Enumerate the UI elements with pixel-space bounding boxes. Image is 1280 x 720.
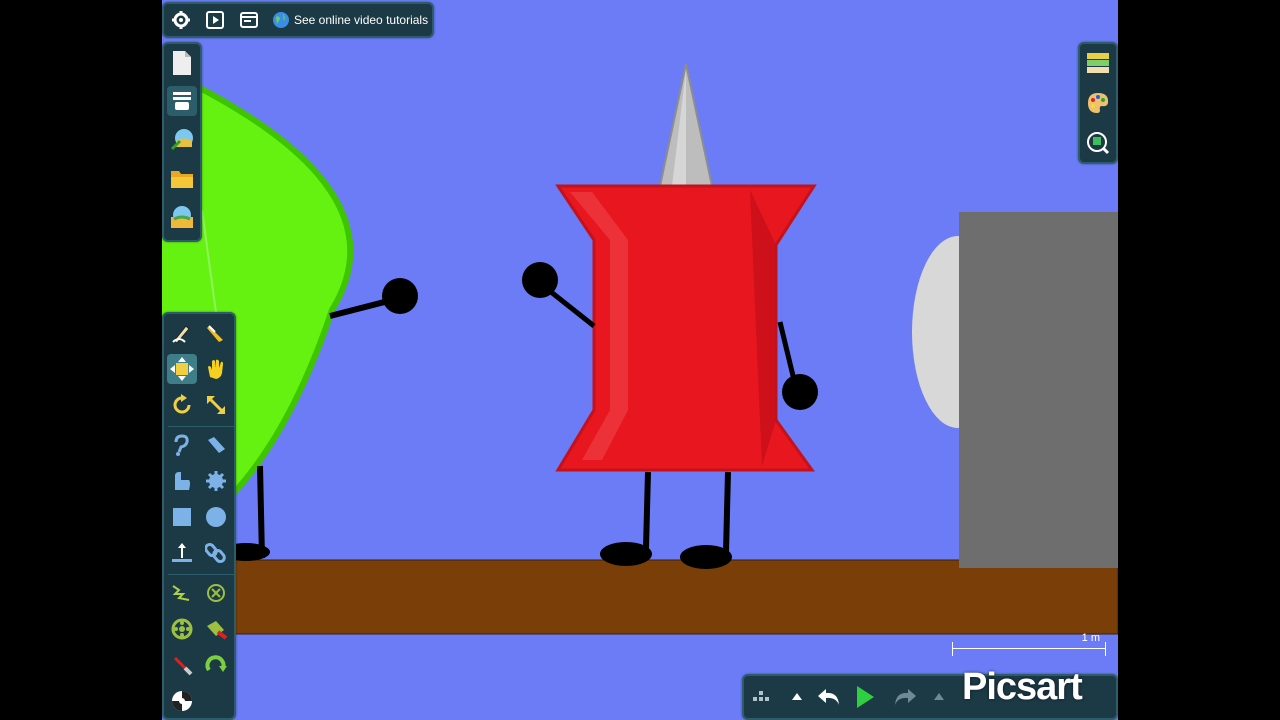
undo-icon[interactable] bbox=[814, 682, 844, 712]
scene-drawing bbox=[162, 63, 1118, 635]
ground-plank bbox=[162, 559, 1118, 635]
chain-tool[interactable] bbox=[201, 538, 231, 568]
scale-tool[interactable] bbox=[201, 390, 231, 420]
rotate-tool[interactable] bbox=[167, 390, 197, 420]
axle-tool[interactable] bbox=[167, 614, 197, 644]
save-icon[interactable] bbox=[167, 202, 197, 232]
draw-tool[interactable] bbox=[167, 318, 197, 348]
scale-label: 1 m bbox=[1081, 632, 1100, 644]
tutorial-link[interactable]: See online video tutorials bbox=[272, 10, 428, 30]
fixate-tool[interactable] bbox=[201, 430, 231, 460]
circle-tool[interactable] bbox=[201, 502, 231, 532]
zoom-icon[interactable] bbox=[1083, 128, 1113, 158]
right-toolbar bbox=[1078, 42, 1118, 164]
grab-tool[interactable] bbox=[201, 354, 231, 384]
thruster-tool[interactable] bbox=[201, 650, 231, 680]
play-icon[interactable] bbox=[850, 682, 880, 712]
export-icon[interactable] bbox=[167, 124, 197, 154]
box-tool[interactable] bbox=[167, 502, 197, 532]
scale-tick-left bbox=[952, 642, 953, 656]
watermark: Picsart bbox=[962, 666, 1083, 708]
file-toolbar bbox=[162, 42, 202, 242]
tool-divider-2 bbox=[168, 574, 234, 575]
globe-icon bbox=[273, 12, 289, 28]
background-icon[interactable] bbox=[1083, 48, 1113, 78]
spiral-tool[interactable] bbox=[167, 686, 197, 716]
caret-up-icon[interactable] bbox=[782, 682, 812, 712]
knife-tool[interactable] bbox=[201, 318, 231, 348]
window-icon[interactable] bbox=[234, 5, 264, 35]
tracer-tool[interactable] bbox=[167, 650, 197, 680]
scale-line bbox=[952, 648, 1106, 649]
scene-menu-icon[interactable] bbox=[167, 86, 197, 116]
caret-up-icon-2[interactable] bbox=[924, 682, 954, 712]
top-toolbar: See online video tutorials bbox=[162, 2, 434, 38]
move-tool[interactable] bbox=[167, 354, 197, 384]
polygon-tool[interactable] bbox=[167, 466, 197, 496]
simulation-canvas[interactable] bbox=[162, 0, 1118, 720]
laser-tool[interactable] bbox=[201, 614, 231, 644]
open-folder-icon[interactable] bbox=[167, 164, 197, 194]
scale-tick-right bbox=[1105, 642, 1106, 656]
gear-icon[interactable] bbox=[166, 5, 196, 35]
scale-indicator: 1 m bbox=[952, 632, 1106, 662]
gear-tool[interactable] bbox=[201, 466, 231, 496]
play-icon[interactable] bbox=[200, 5, 230, 35]
pushpin-character bbox=[522, 63, 818, 569]
tutorial-link-label: See online video tutorials bbox=[294, 13, 429, 27]
spring-tool[interactable] bbox=[167, 578, 197, 608]
plane-tool[interactable] bbox=[167, 538, 197, 568]
new-document-icon[interactable] bbox=[167, 48, 197, 78]
palette-icon[interactable] bbox=[1083, 88, 1113, 118]
redo-icon[interactable] bbox=[890, 682, 920, 712]
rope-tool[interactable] bbox=[167, 430, 197, 460]
hinge-cancel-tool[interactable] bbox=[201, 578, 231, 608]
tool-divider bbox=[168, 426, 234, 427]
grid-menu-icon[interactable] bbox=[746, 682, 776, 712]
tool-palette bbox=[162, 312, 236, 720]
